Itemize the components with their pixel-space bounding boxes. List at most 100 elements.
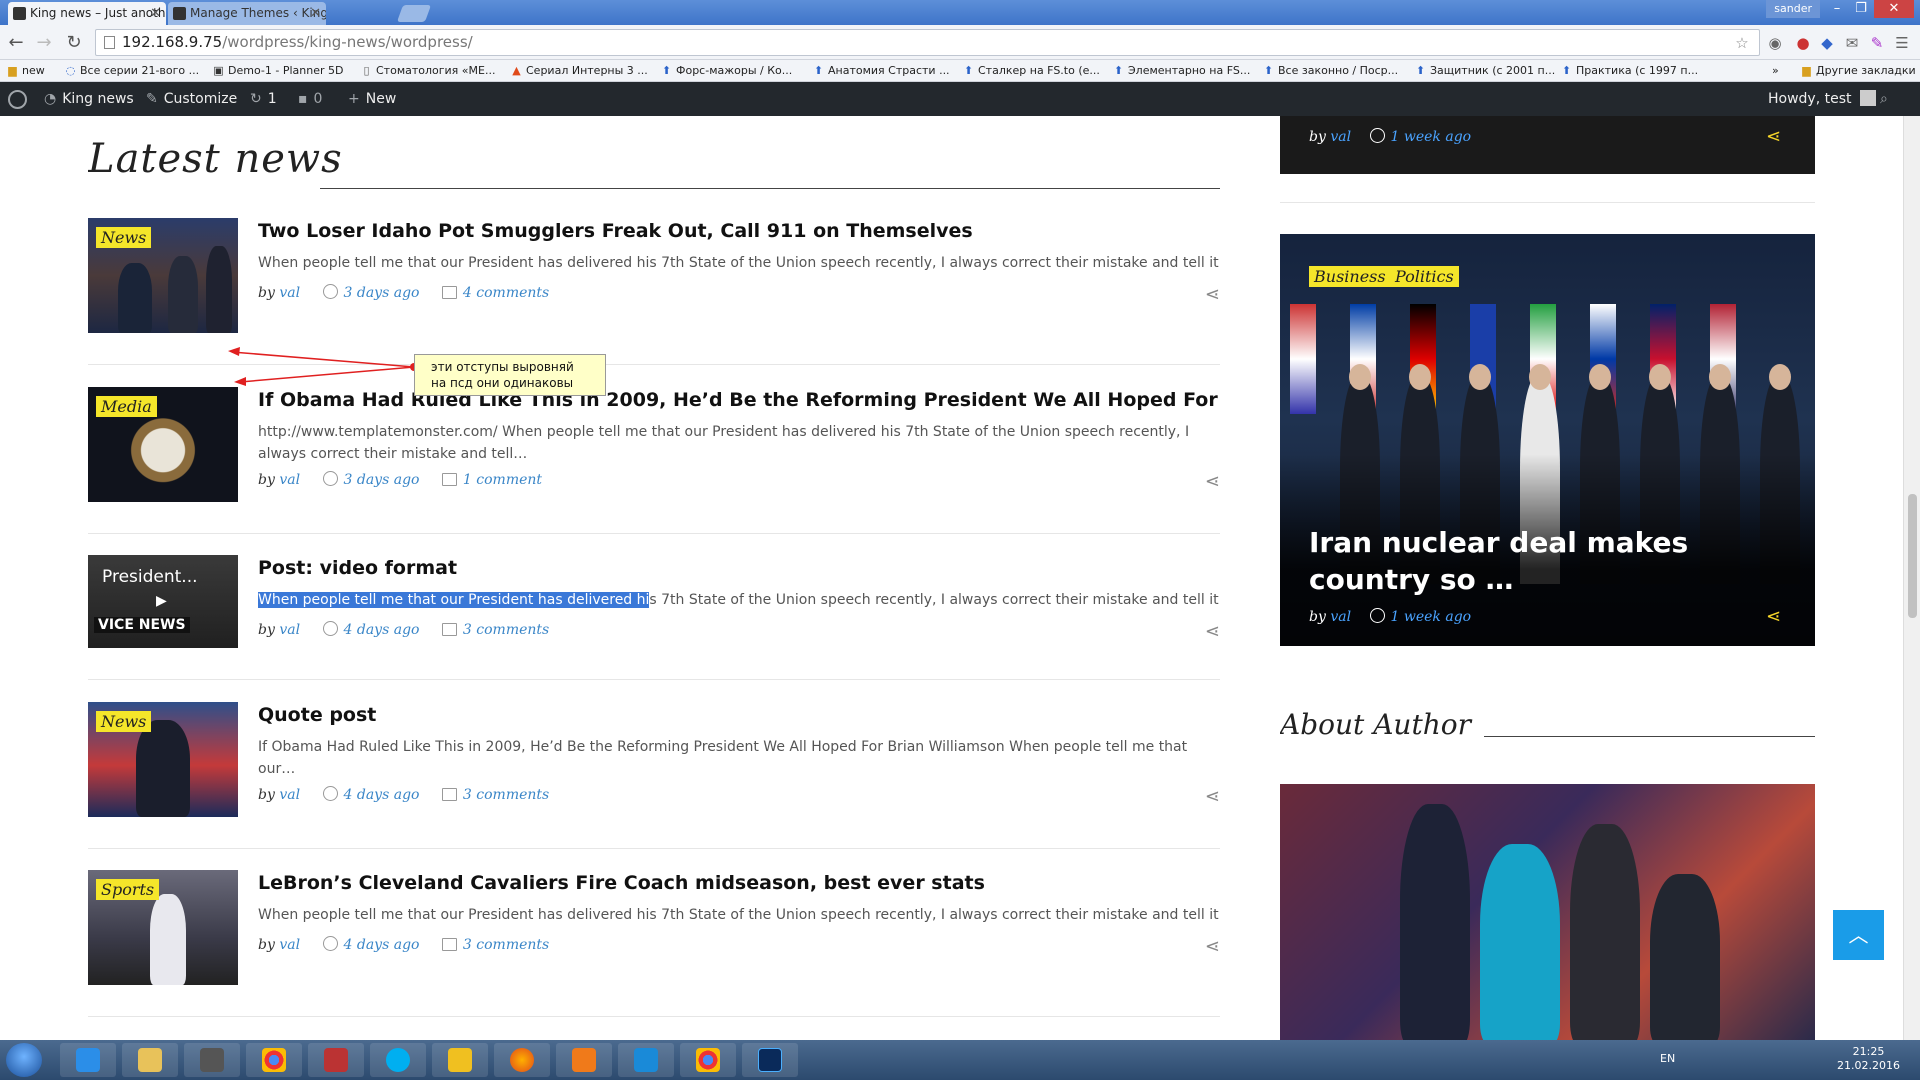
tab-king-news[interactable]: King news – Just another \ ✕: [8, 2, 166, 25]
post-comments-link[interactable]: 4 comments: [463, 285, 549, 301]
minimize-icon[interactable]: –: [1826, 0, 1848, 18]
clock[interactable]: 21:25 21.02.2016: [1837, 1045, 1900, 1073]
card-date-link[interactable]: 1 week ago: [1391, 609, 1472, 625]
bookmark-item[interactable]: ▆ new: [6, 60, 44, 82]
address-bar[interactable]: 192.168.9.75/wordpress/king-news/wordpre…: [95, 29, 1760, 56]
taskbar-skype[interactable]: [370, 1043, 426, 1077]
post-date-link[interactable]: 3 days ago: [344, 472, 420, 488]
featured-post-title[interactable]: Iran nuclear deal makes country so …: [1309, 524, 1769, 598]
admin-comments-link[interactable]: ▪ 0: [298, 82, 322, 116]
menu-icon[interactable]: ☰: [1893, 34, 1911, 52]
browser-user-badge[interactable]: sander: [1766, 0, 1820, 18]
back-to-top-button[interactable]: ︿: [1833, 910, 1884, 960]
category-badge[interactable]: Media: [96, 396, 157, 417]
reload-icon[interactable]: ↻: [62, 31, 86, 55]
taskbar-app[interactable]: [432, 1043, 488, 1077]
bookmark-item[interactable]: ◌ Все серии 21-вого ...: [64, 60, 199, 82]
post-comments-link[interactable]: 3 comments: [463, 937, 549, 953]
bookmark-item[interactable]: ▯ Стоматология «МЕ...: [360, 60, 495, 82]
bookmark-star-icon[interactable]: ☆: [1733, 34, 1751, 52]
taskbar-firefox[interactable]: [494, 1043, 550, 1077]
bookmark-item[interactable]: ⬆ Анатомия Страсти ...: [812, 60, 950, 82]
taskbar-app[interactable]: [308, 1043, 364, 1077]
bookmark-item[interactable]: ▲ Сериал Интерны 3 ...: [510, 60, 648, 82]
post-date-link[interactable]: 4 days ago: [344, 787, 420, 803]
bookmark-item[interactable]: ▣ Demo-1 - Planner 5D: [212, 60, 343, 82]
post-comments-link[interactable]: 1 comment: [463, 472, 542, 488]
post-comments-link[interactable]: 3 comments: [463, 622, 549, 638]
card-author-link[interactable]: val: [1330, 609, 1351, 625]
taskbar-ie[interactable]: [60, 1043, 116, 1077]
taskbar-explorer[interactable]: [122, 1043, 178, 1077]
back-arrow-icon[interactable]: ←: [4, 31, 28, 55]
scrollbar-thumb[interactable]: [1908, 494, 1917, 618]
share-icon[interactable]: ⋖: [1766, 126, 1781, 147]
post-thumbnail[interactable]: News: [88, 218, 238, 333]
post-title[interactable]: LeBron’s Cleveland Cavaliers Fire Coach …: [258, 872, 985, 894]
card-author-link[interactable]: val: [1330, 129, 1351, 145]
close-tab-icon[interactable]: ✕: [310, 2, 321, 25]
bookmark-item[interactable]: ⬆ Сталкер на FS.to (е...: [962, 60, 1100, 82]
post-comments-link[interactable]: 3 comments: [463, 787, 549, 803]
extension-icon[interactable]: ◉: [1766, 34, 1784, 52]
tab-manage-themes[interactable]: Manage Themes ‹ King ne ✕: [168, 2, 326, 25]
forward-arrow-icon[interactable]: →: [32, 31, 56, 55]
page-scrollbar[interactable]: [1903, 116, 1920, 1040]
featured-post-card[interactable]: Business Politics Iran nuclear deal make…: [1280, 234, 1815, 646]
post-thumbnail[interactable]: Sports: [88, 870, 238, 985]
admin-user-menu[interactable]: Howdy, test: [1768, 82, 1876, 116]
admin-new-link[interactable]: + New: [348, 82, 396, 116]
taskbar-app[interactable]: [184, 1043, 240, 1077]
bookmark-item[interactable]: ⬆ Практика (с 1997 п...: [1560, 60, 1698, 82]
post-date-link[interactable]: 4 days ago: [344, 937, 420, 953]
post-date-link[interactable]: 4 days ago: [344, 622, 420, 638]
post-thumbnail[interactable]: News: [88, 702, 238, 817]
category-badge[interactable]: Politics: [1390, 266, 1459, 287]
admin-site-link[interactable]: ◔ King news: [44, 82, 134, 116]
close-window-icon[interactable]: ✕: [1874, 0, 1914, 18]
admin-customize-link[interactable]: ✎ Customize: [146, 82, 237, 116]
post-author-link[interactable]: val: [279, 937, 300, 953]
admin-search-icon[interactable]: ⌕: [1880, 82, 1888, 116]
bookmark-item[interactable]: ⬆ Защитник (с 2001 п...: [1414, 60, 1555, 82]
bookmark-item[interactable]: ⬆ Форс-мажоры / Ко...: [660, 60, 792, 82]
wordpress-logo-icon[interactable]: [8, 90, 27, 109]
post-title[interactable]: Two Loser Idaho Pot Smugglers Freak Out,…: [258, 220, 973, 242]
new-tab-button[interactable]: [396, 5, 432, 22]
mail-icon[interactable]: ✉: [1843, 34, 1861, 52]
post-author-link[interactable]: val: [279, 472, 300, 488]
bookmark-item[interactable]: ⬆ Элементарно на FS...: [1112, 60, 1250, 82]
category-badge[interactable]: Sports: [96, 879, 160, 900]
other-bookmarks-folder[interactable]: ▆ Другие закладки: [1800, 60, 1915, 82]
post-title[interactable]: Post: video format: [258, 557, 457, 579]
post-author-link[interactable]: val: [279, 787, 300, 803]
share-icon[interactable]: ⋖: [1205, 621, 1220, 642]
restore-icon[interactable]: ❐: [1850, 0, 1872, 18]
bookmark-item[interactable]: ⬆ Все законно / Поср...: [1262, 60, 1398, 82]
category-badge[interactable]: News: [96, 227, 152, 248]
category-badge[interactable]: News: [96, 711, 152, 732]
post-thumbnail[interactable]: Media: [88, 387, 238, 502]
taskbar-chrome[interactable]: [680, 1043, 736, 1077]
taskbar-app[interactable]: [618, 1043, 674, 1077]
start-button[interactable]: [6, 1043, 42, 1077]
sidebar-post-card[interactable]: by val 1 week ago ⋖: [1280, 116, 1815, 174]
more-bookmarks-button[interactable]: »: [1772, 60, 1779, 82]
post-author-link[interactable]: val: [279, 622, 300, 638]
taskbar-chrome[interactable]: [246, 1043, 302, 1077]
extension-icon[interactable]: ◆: [1818, 34, 1836, 52]
share-icon[interactable]: ⋖: [1205, 786, 1220, 807]
post-title[interactable]: Quote post: [258, 704, 376, 726]
post-video-thumbnail[interactable]: President... ▶ VICE NEWS: [88, 555, 238, 648]
admin-updates-link[interactable]: ↻ 1: [250, 82, 277, 116]
taskbar-outlook[interactable]: [556, 1043, 612, 1077]
post-author-link[interactable]: val: [279, 285, 300, 301]
play-icon[interactable]: ▶: [156, 593, 167, 609]
pen-icon[interactable]: ✎: [1868, 34, 1886, 52]
category-badge[interactable]: Business: [1309, 266, 1391, 287]
share-icon[interactable]: ⋖: [1766, 606, 1781, 627]
card-date-link[interactable]: 1 week ago: [1391, 129, 1472, 145]
share-icon[interactable]: ⋖: [1205, 936, 1220, 957]
taskbar-photoshop[interactable]: [742, 1043, 798, 1077]
language-indicator[interactable]: EN: [1660, 1052, 1675, 1065]
